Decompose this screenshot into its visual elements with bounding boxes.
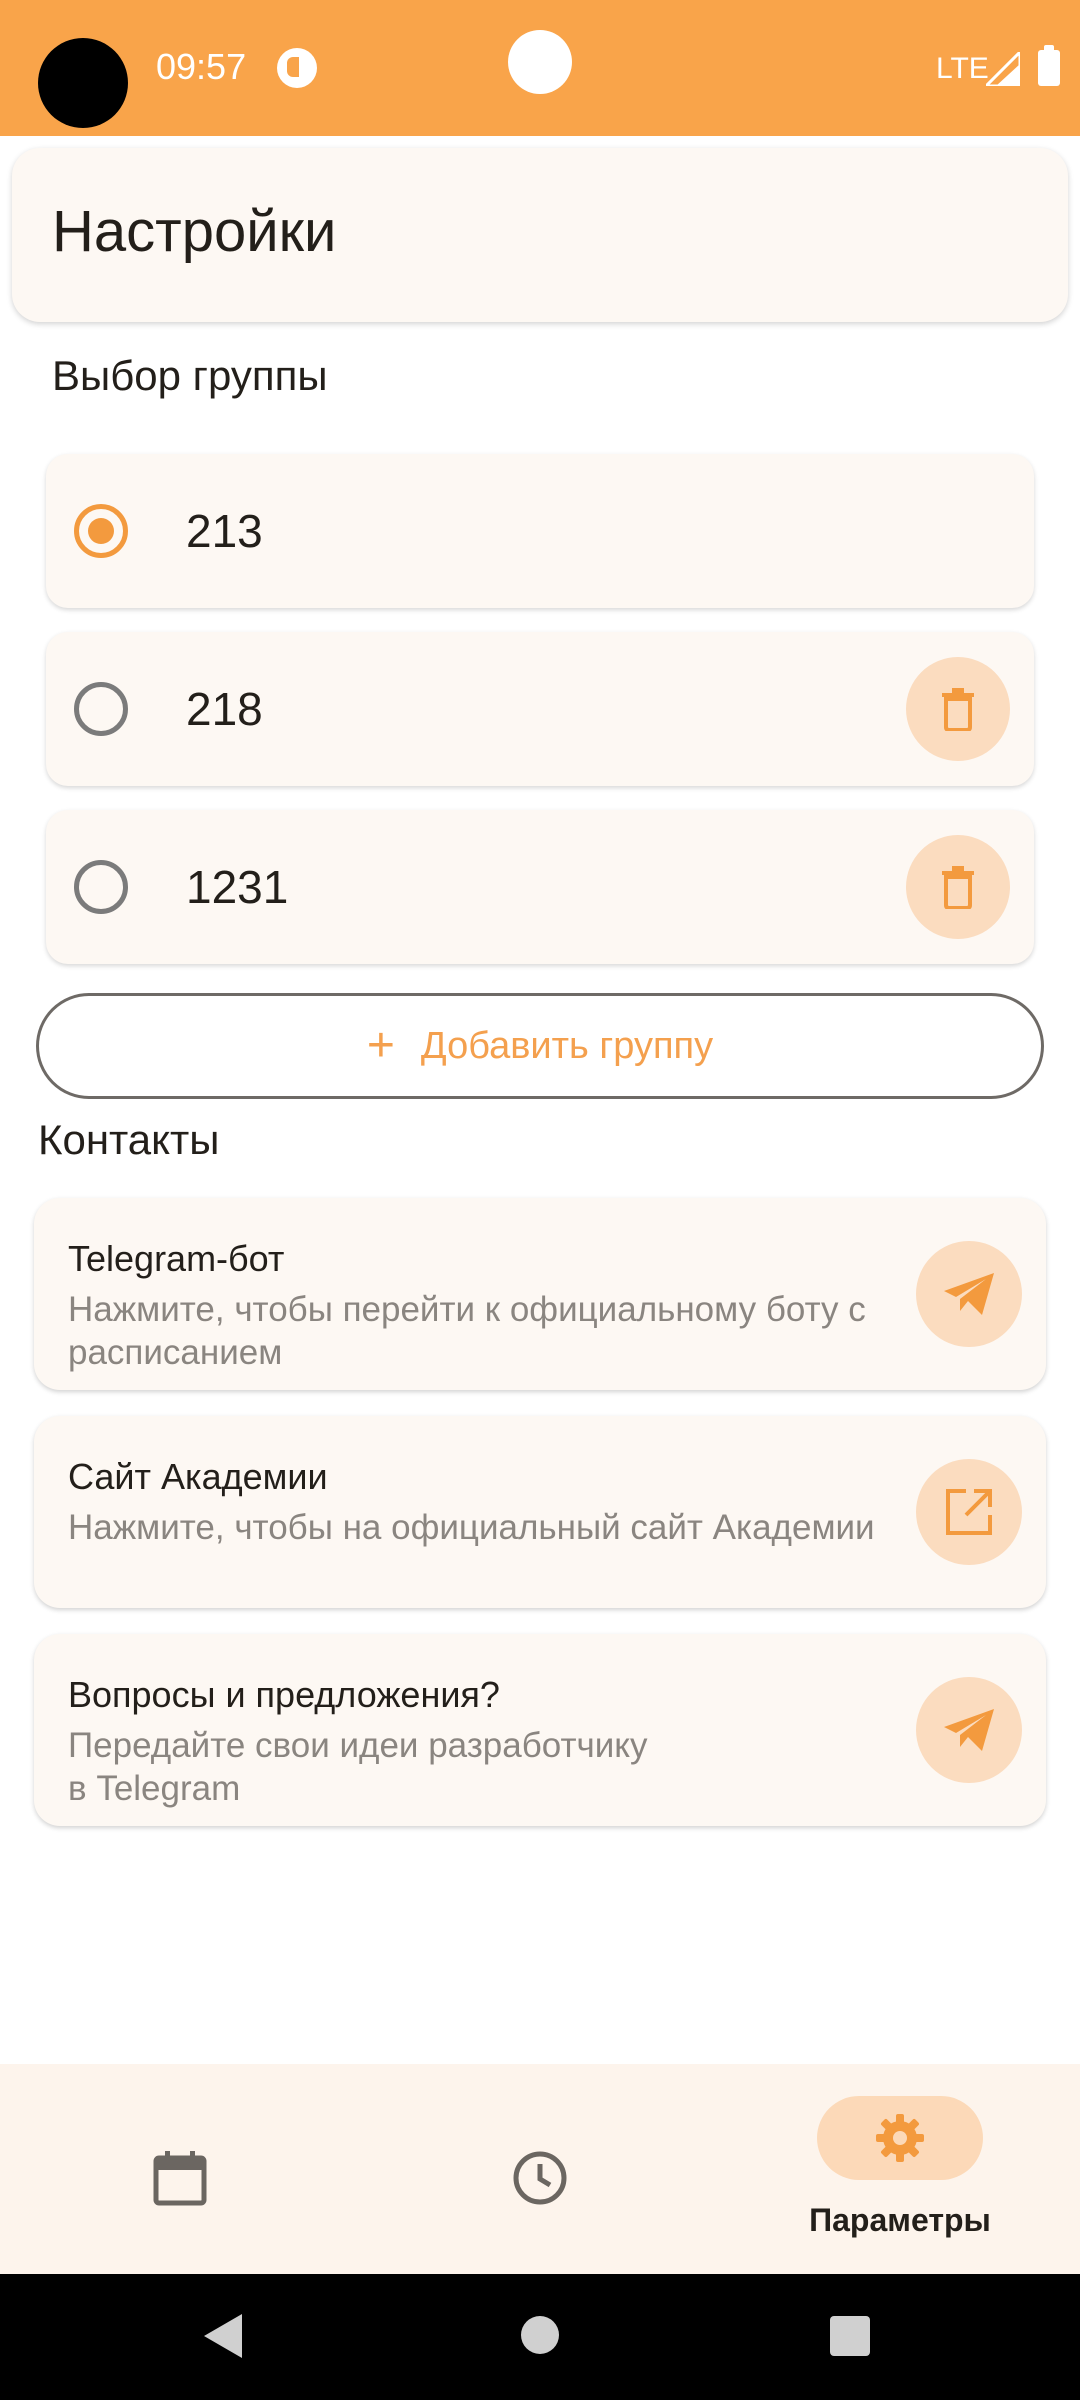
nav-item-settings[interactable]: Параметры: [720, 2064, 1080, 2274]
radio-selected[interactable]: [74, 504, 128, 558]
group-item[interactable]: 218: [46, 632, 1034, 786]
back-icon[interactable]: [204, 2314, 242, 2358]
contact-title: Вопросы и предложения?: [68, 1674, 500, 1715]
telegram-bot-action[interactable]: [916, 1241, 1022, 1347]
nav-item-time[interactable]: [360, 2064, 720, 2274]
clock-icon: [513, 2151, 567, 2205]
delete-group-button[interactable]: [906, 835, 1010, 939]
group-item[interactable]: 1231: [46, 810, 1034, 964]
trash-icon: [942, 688, 974, 731]
radio-unselected[interactable]: [74, 682, 128, 736]
header-card: Настройки: [12, 148, 1068, 322]
bottom-navigation: Параметры: [0, 2064, 1080, 2274]
active-nav-indicator: [817, 2096, 983, 2180]
contacts-section-title: Контакты: [38, 1116, 220, 1163]
status-time: 09:57: [156, 46, 247, 87]
send-icon: [944, 1709, 994, 1751]
radio-unselected[interactable]: [74, 860, 128, 914]
contact-title: Telegram-бот: [68, 1238, 285, 1279]
nav-item-schedule[interactable]: [0, 2064, 360, 2274]
recents-icon[interactable]: [830, 2316, 870, 2356]
contact-description: Нажмите, чтобы перейти к официальному бо…: [68, 1290, 866, 1372]
gear-icon: [876, 2114, 924, 2162]
contact-description: Передайте свои идеи разработчику в Teleg…: [68, 1726, 648, 1808]
groups-section-title: Выбор группы: [52, 352, 328, 399]
signal-icon: [986, 52, 1020, 86]
academy-site-action[interactable]: [916, 1459, 1022, 1565]
home-icon[interactable]: [521, 2316, 559, 2354]
page-title: Настройки: [52, 199, 337, 264]
contact-feedback[interactable]: Вопросы и предложения? Передайте свои ид…: [34, 1634, 1046, 1826]
contact-description: Нажмите, чтобы на официальный сайт Акаде…: [68, 1508, 875, 1547]
feedback-action[interactable]: [916, 1677, 1022, 1783]
contact-title: Сайт Академии: [68, 1456, 328, 1497]
group-name: 213: [186, 505, 263, 557]
nav-label: Параметры: [809, 2202, 991, 2238]
status-bar: 09:57 LTE: [0, 0, 1080, 136]
contact-telegram-bot[interactable]: Telegram-бот Нажмите, чтобы перейти к оф…: [34, 1198, 1046, 1390]
calendar-icon: [153, 2151, 207, 2206]
front-camera-dot: [508, 30, 572, 94]
network-type: LTE: [936, 52, 989, 85]
send-icon: [944, 1273, 994, 1315]
group-item[interactable]: 213: [46, 454, 1034, 608]
app-notification-icon: [277, 48, 317, 88]
system-navigation-bar: [0, 2274, 1080, 2400]
delete-group-button[interactable]: [906, 657, 1010, 761]
camera-cutout: [38, 38, 128, 128]
group-name: 1231: [186, 861, 289, 913]
contact-academy-site[interactable]: Сайт Академии Нажмите, чтобы на официаль…: [34, 1416, 1046, 1608]
open-in-new-icon: [946, 1489, 992, 1535]
plus-icon: +: [366, 1019, 395, 1072]
add-group-button[interactable]: + Добавить группу: [36, 993, 1044, 1099]
battery-icon: [1038, 45, 1060, 86]
add-group-label: Добавить группу: [420, 1024, 714, 1067]
group-name: 218: [186, 683, 263, 735]
trash-icon: [942, 866, 974, 909]
